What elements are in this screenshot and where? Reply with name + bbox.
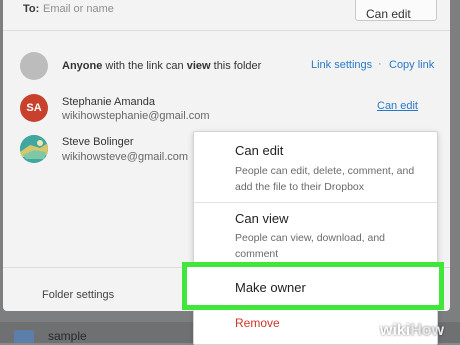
watermark-logo: wikiHow <box>380 322 460 343</box>
link-access-middle: with the link can <box>102 60 187 72</box>
to-label: To: <box>23 3 40 15</box>
member-name: Stephanie Amanda <box>62 96 155 108</box>
menu-item-can-edit[interactable]: Can edit People can edit, delete, commen… <box>194 132 437 198</box>
link-access-text: Anyone with the link can view this folde… <box>62 60 261 72</box>
anyone-label: Anyone <box>62 60 103 72</box>
link-avatar <box>20 52 48 80</box>
file-name[interactable]: sample <box>48 329 87 343</box>
menu-item-title: Can edit <box>235 143 284 158</box>
menu-item-title: Can view <box>235 211 289 226</box>
member-name: Steve Bolinger <box>62 136 134 148</box>
menu-item-remove[interactable]: Remove <box>235 316 280 330</box>
link-settings-link[interactable]: Link settings <box>311 59 372 71</box>
avatar: SA <box>20 94 48 122</box>
watermark-how: How <box>410 322 445 339</box>
avatar-photo-icon <box>20 135 48 163</box>
menu-item-description: People can edit, delete, comment, and ad… <box>235 165 415 193</box>
copy-link-link[interactable]: Copy link <box>389 59 434 71</box>
watermark-wiki: wiki <box>380 322 411 339</box>
menu-item-title: Make owner <box>235 280 306 295</box>
member-email: wikihowsteve@gmail.com <box>62 151 189 163</box>
link-permission: view <box>186 60 211 72</box>
folder-settings-link[interactable]: Folder settings <box>42 289 114 301</box>
member-permission-link[interactable]: Can edit <box>377 100 418 112</box>
menu-item-can-view[interactable]: Can view People can view, download, and … <box>194 203 437 261</box>
invite-input[interactable]: Email or name <box>43 3 114 15</box>
separator-dot: · <box>378 58 382 70</box>
link-access-suffix: this folder <box>210 60 262 72</box>
member-email: wikihowstephanie@gmail.com <box>62 110 210 122</box>
folder-icon <box>14 330 34 343</box>
menu-item-make-owner[interactable]: Make owner <box>182 262 444 310</box>
permission-menu: Can edit People can edit, delete, commen… <box>182 131 444 345</box>
menu-item-description: People can view, download, and comment <box>235 232 386 260</box>
permission-dropdown-button[interactable]: Can edit <box>355 0 437 21</box>
avatar <box>20 135 48 163</box>
